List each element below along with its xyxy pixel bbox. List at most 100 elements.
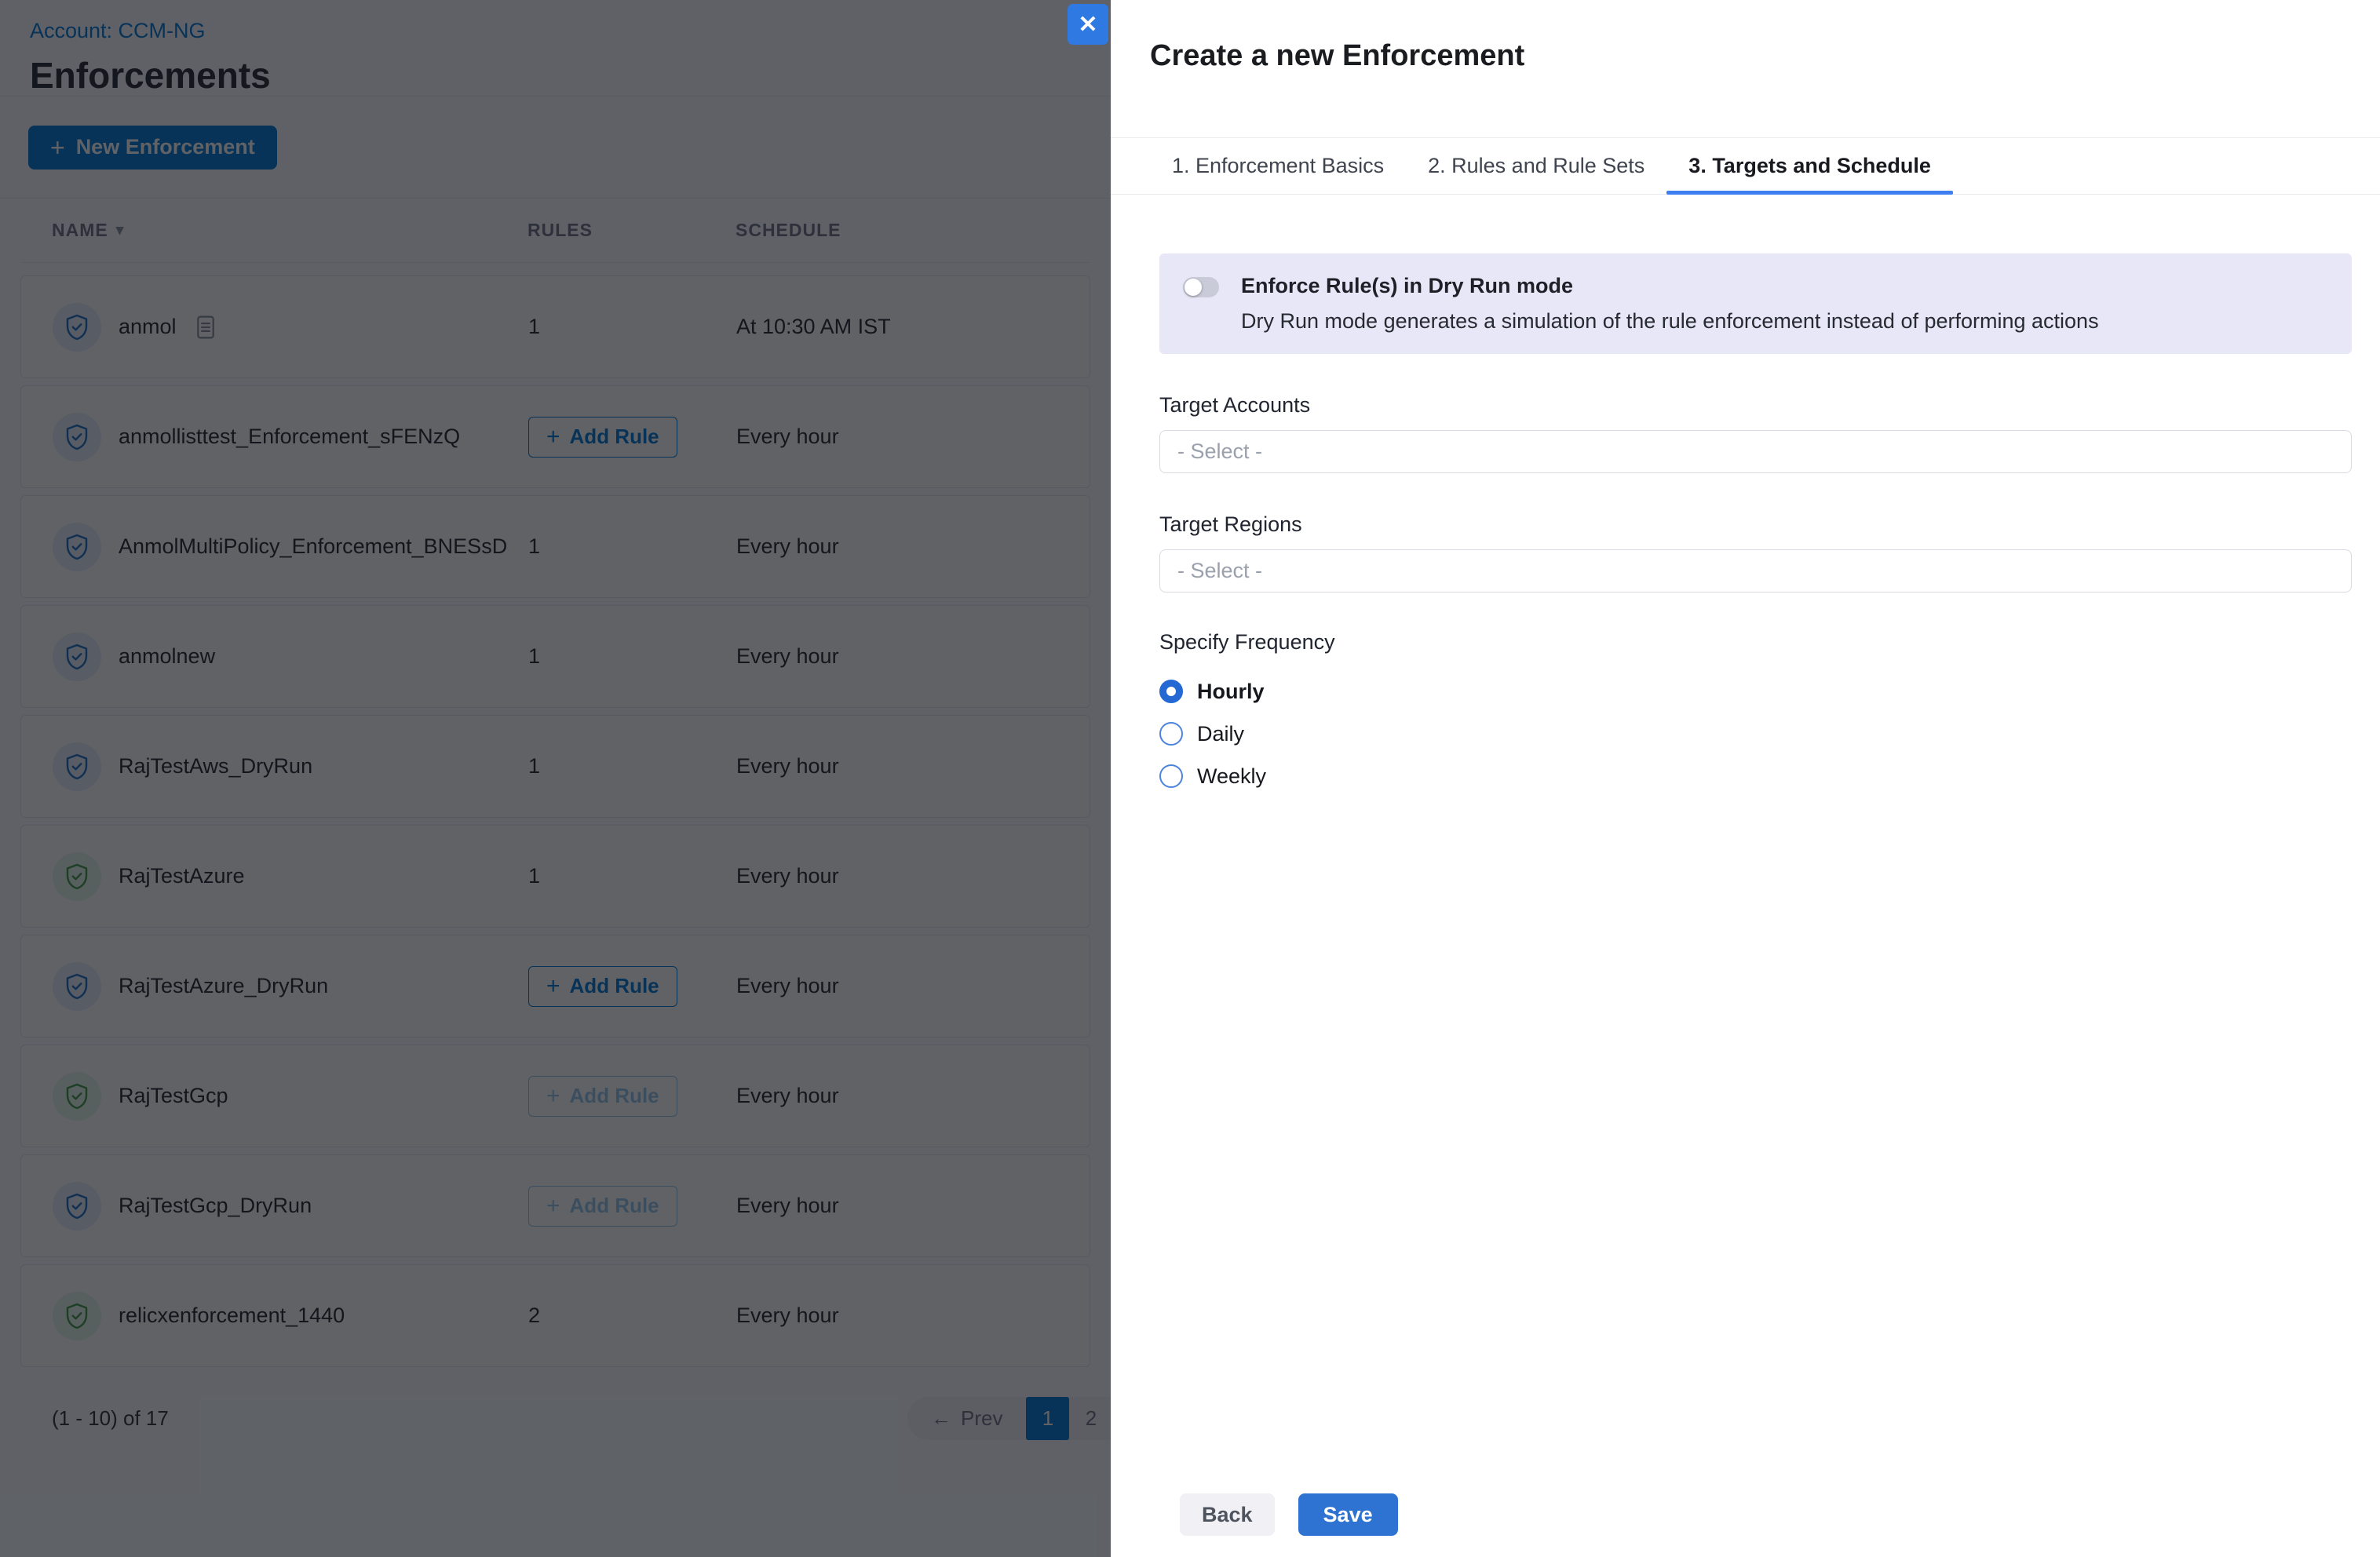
tab-1[interactable]: 1. Enforcement Basics bbox=[1150, 138, 1406, 194]
plus-icon: + bbox=[546, 975, 560, 998]
table-header: NAME ▾ RULES SCHEDULE bbox=[20, 199, 1090, 263]
table-row[interactable]: RajTestGcp + Add Rule Every hour bbox=[20, 1045, 1090, 1147]
rules-count: 1 bbox=[528, 754, 540, 778]
enforcement-name: anmollisttest_Enforcement_sFENzQ bbox=[119, 425, 460, 449]
plus-icon: + bbox=[50, 135, 65, 160]
dry-run-title: Enforce Rule(s) in Dry Run mode bbox=[1241, 274, 2099, 298]
table-row[interactable]: AnmolMultiPolicy_Enforcement_BNESsD 1 Ev… bbox=[20, 495, 1090, 598]
sort-caret-icon: ▾ bbox=[116, 221, 125, 239]
schedule-cell: Every hour bbox=[736, 864, 1090, 888]
table-row[interactable]: RajTestAzure_DryRun + Add Rule Every hou… bbox=[20, 935, 1090, 1037]
rules-cell: 1 bbox=[528, 754, 736, 778]
radio-selected-icon[interactable] bbox=[1159, 680, 1183, 703]
drawer-header: Create a new Enforcement bbox=[1111, 0, 2380, 138]
enforcement-name: anmolnew bbox=[119, 644, 215, 669]
target-accounts-select[interactable]: - Select - bbox=[1159, 430, 2352, 473]
add-rule-button[interactable]: + Add Rule bbox=[528, 1186, 677, 1227]
table-row[interactable]: anmollisttest_Enforcement_sFENzQ + Add R… bbox=[20, 385, 1090, 488]
frequency-section: Specify Frequency HourlyDailyWeekly bbox=[1159, 630, 2352, 797]
table-body: anmol 1 At 10:30 AM IST bbox=[20, 275, 1090, 1367]
rules-cell: 1 bbox=[528, 534, 736, 559]
column-header-rules: RULES bbox=[527, 220, 736, 241]
close-button[interactable]: ✕ bbox=[1068, 4, 1108, 45]
shield-check-icon bbox=[53, 1182, 101, 1231]
enforcement-name: anmol bbox=[119, 315, 177, 339]
account-breadcrumb-link[interactable]: Account: CCM-NG bbox=[30, 19, 206, 43]
plus-icon: + bbox=[546, 1194, 560, 1218]
pagination: (1 - 10) of 17 ← Prev 12 bbox=[20, 1397, 1090, 1441]
target-regions-select[interactable]: - Select - bbox=[1159, 549, 2352, 593]
schedule-cell: Every hour bbox=[736, 534, 1090, 559]
arrow-left-icon: ← bbox=[931, 1406, 951, 1431]
rules-cell: + Add Rule bbox=[528, 1186, 736, 1227]
column-header-name[interactable]: NAME ▾ bbox=[52, 220, 527, 241]
frequency-option-hourly[interactable]: Hourly bbox=[1159, 670, 2352, 713]
shield-check-icon bbox=[53, 742, 101, 791]
new-enforcement-button[interactable]: + New Enforcement bbox=[28, 126, 277, 170]
enforcements-table: NAME ▾ RULES SCHEDULE anmol bbox=[0, 199, 1111, 1441]
name-cell: anmolnew bbox=[53, 633, 528, 681]
new-enforcement-label: New Enforcement bbox=[76, 135, 255, 159]
drawer-content: Enforce Rule(s) in Dry Run mode Dry Run … bbox=[1111, 195, 2380, 797]
schedule-cell: Every hour bbox=[736, 754, 1090, 778]
add-rule-button[interactable]: + Add Rule bbox=[528, 417, 677, 458]
enforcement-name: AnmolMultiPolicy_Enforcement_BNESsD bbox=[119, 534, 507, 559]
drawer-footer: Back Save bbox=[1111, 1493, 2380, 1557]
page-button-2[interactable]: 2 bbox=[1069, 1397, 1112, 1440]
plus-icon: + bbox=[546, 425, 560, 449]
tab-2[interactable]: 2. Rules and Rule Sets bbox=[1406, 138, 1666, 194]
schedule-cell: Every hour bbox=[736, 425, 1090, 449]
schedule-cell: Every hour bbox=[736, 1084, 1090, 1108]
copy-note-icon[interactable] bbox=[194, 314, 217, 341]
enforcements-page: Account: CCM-NG Enforcements + New Enfor… bbox=[0, 0, 1111, 1557]
name-cell: RajTestGcp_DryRun bbox=[53, 1182, 528, 1231]
schedule-cell: Every hour bbox=[736, 1194, 1090, 1218]
rules-cell: + Add Rule bbox=[528, 1076, 736, 1117]
wizard-tabs: 1. Enforcement Basics2. Rules and Rule S… bbox=[1111, 138, 2380, 195]
shield-check-icon bbox=[53, 523, 101, 571]
table-row[interactable]: RajTestAzure 1 Every hour bbox=[20, 825, 1090, 928]
create-enforcement-drawer: ✕ Create a new Enforcement 1. Enforcemen… bbox=[1111, 0, 2380, 1557]
name-cell: anmollisttest_Enforcement_sFENzQ bbox=[53, 413, 528, 461]
rules-cell: 2 bbox=[528, 1304, 736, 1328]
rules-count: 1 bbox=[528, 315, 540, 339]
table-row[interactable]: anmol 1 At 10:30 AM IST bbox=[20, 275, 1090, 378]
table-row[interactable]: anmolnew 1 Every hour bbox=[20, 605, 1090, 708]
schedule-cell: Every hour bbox=[736, 974, 1090, 998]
toolbar: + New Enforcement bbox=[0, 97, 1111, 199]
frequency-option-weekly[interactable]: Weekly bbox=[1159, 755, 2352, 797]
enforcement-name: relicxenforcement_1440 bbox=[119, 1304, 345, 1328]
rules-cell: + Add Rule bbox=[528, 966, 736, 1007]
prev-page-button[interactable]: ← Prev bbox=[907, 1397, 1026, 1440]
plus-icon: + bbox=[546, 1085, 560, 1108]
radio-icon[interactable] bbox=[1159, 764, 1183, 788]
tab-3[interactable]: 3. Targets and Schedule bbox=[1666, 138, 1953, 194]
schedule-cell: Every hour bbox=[736, 644, 1090, 669]
page-buttons: 12 bbox=[1026, 1397, 1112, 1440]
frequency-label: Specify Frequency bbox=[1159, 630, 2352, 655]
save-button[interactable]: Save bbox=[1298, 1493, 1398, 1536]
table-row[interactable]: relicxenforcement_1440 2 Every hour bbox=[20, 1264, 1090, 1367]
page-title: Enforcements bbox=[30, 54, 1082, 97]
page-header: Account: CCM-NG Enforcements bbox=[0, 0, 1111, 97]
add-rule-button[interactable]: + Add Rule bbox=[528, 966, 677, 1007]
name-cell: RajTestAws_DryRun bbox=[53, 742, 528, 791]
table-row[interactable]: RajTestAws_DryRun 1 Every hour bbox=[20, 715, 1090, 818]
frequency-option-daily[interactable]: Daily bbox=[1159, 713, 2352, 755]
table-row[interactable]: RajTestGcp_DryRun + Add Rule Every hour bbox=[20, 1154, 1090, 1257]
shield-check-icon bbox=[53, 633, 101, 681]
schedule-cell: Every hour bbox=[736, 1304, 1090, 1328]
name-cell: RajTestAzure bbox=[53, 852, 528, 901]
back-button[interactable]: Back bbox=[1180, 1493, 1275, 1536]
target-regions-label: Target Regions bbox=[1159, 512, 2352, 537]
name-cell: anmol bbox=[53, 303, 528, 352]
rules-count: 1 bbox=[528, 864, 540, 888]
page-button-1[interactable]: 1 bbox=[1026, 1397, 1069, 1440]
frequency-options: HourlyDailyWeekly bbox=[1159, 670, 2352, 797]
dry-run-toggle[interactable] bbox=[1183, 277, 1219, 297]
shield-check-icon bbox=[53, 303, 101, 352]
add-rule-button[interactable]: + Add Rule bbox=[528, 1076, 677, 1117]
shield-check-icon bbox=[53, 413, 101, 461]
radio-icon[interactable] bbox=[1159, 722, 1183, 746]
enforcement-name: RajTestAzure bbox=[119, 864, 245, 888]
